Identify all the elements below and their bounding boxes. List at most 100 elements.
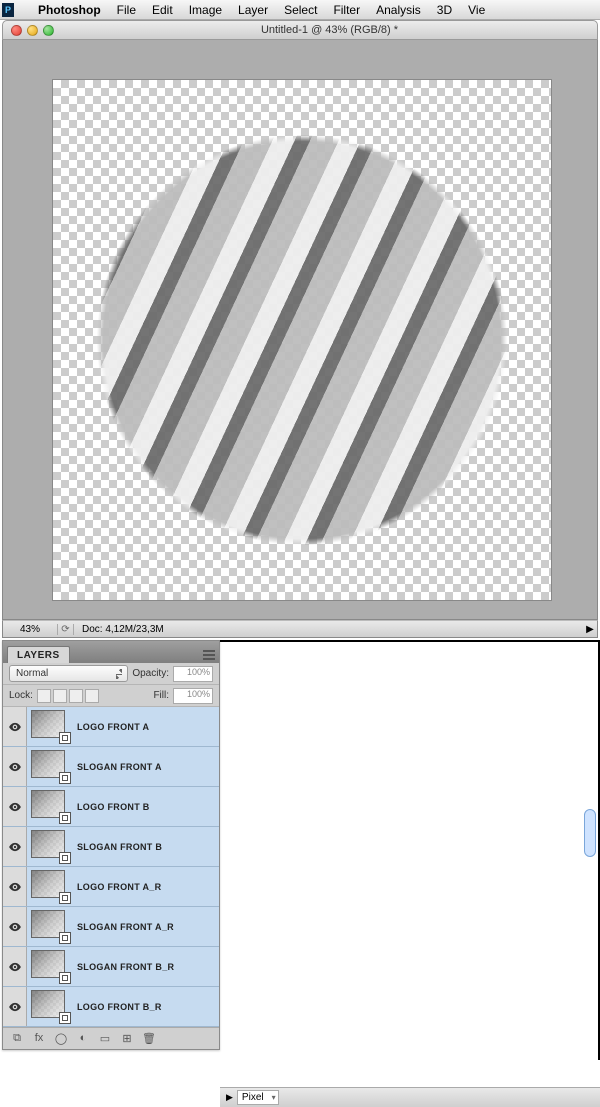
status-menu-icon[interactable]: ▶ xyxy=(583,624,597,635)
link-layers-icon[interactable]: ⧉ xyxy=(9,1032,25,1046)
eye-icon xyxy=(8,800,22,814)
zoom-level[interactable]: 43% xyxy=(3,624,58,635)
group-icon[interactable]: ▭ xyxy=(97,1032,113,1046)
new-layer-icon[interactable]: ⊞ xyxy=(119,1032,135,1046)
layers-panel: LAYERS Normal Opacity: 100% Lock: Fill: … xyxy=(2,640,220,1050)
visibility-toggle[interactable] xyxy=(3,747,27,786)
lock-transparency-icon[interactable] xyxy=(37,689,51,703)
menu-filter[interactable]: Filter xyxy=(325,3,368,17)
opacity-field[interactable]: 100% xyxy=(173,666,213,682)
lock-all-icon[interactable] xyxy=(85,689,99,703)
lock-label: Lock: xyxy=(9,690,33,701)
menu-analysis[interactable]: Analysis xyxy=(368,3,429,17)
lock-pixels-icon[interactable] xyxy=(53,689,67,703)
layer-row[interactable]: SLOGAN FRONT B xyxy=(3,827,219,867)
visibility-toggle[interactable] xyxy=(3,827,27,866)
visibility-toggle[interactable] xyxy=(3,907,27,946)
layer-name[interactable]: LOGO FRONT A_R xyxy=(75,882,219,892)
delete-layer-icon[interactable]: 🗑 xyxy=(141,1032,157,1046)
layer-thumbnail[interactable] xyxy=(31,990,71,1024)
lock-buttons xyxy=(37,689,99,703)
layer-thumbnail[interactable] xyxy=(31,950,71,984)
layer-name[interactable]: SLOGAN FRONT A xyxy=(75,762,219,772)
panel-tab-bar: LAYERS xyxy=(3,641,219,663)
panel-menu-icon[interactable] xyxy=(199,647,219,663)
smart-object-icon xyxy=(59,972,71,984)
layer-name[interactable]: SLOGAN FRONT B xyxy=(75,842,219,852)
visibility-toggle[interactable] xyxy=(3,987,27,1026)
eye-icon xyxy=(8,1000,22,1014)
menu-app[interactable]: Photoshop xyxy=(30,3,109,17)
lock-fill-row: Lock: Fill: 100% xyxy=(3,685,219,707)
layer-row[interactable]: LOGO FRONT B_R xyxy=(3,987,219,1027)
menu-image[interactable]: Image xyxy=(181,3,230,17)
layer-name[interactable]: LOGO FRONT B xyxy=(75,802,219,812)
document-window: Untitled-1 @ 43% (RGB/8) * 43% ⟳ Doc: 4,… xyxy=(2,20,598,638)
layers-panel-footer: ⧉ fx ◯ ◐ ▭ ⊞ 🗑 xyxy=(3,1027,219,1049)
traffic-lights xyxy=(3,25,62,36)
layer-row[interactable]: SLOGAN FRONT B_R xyxy=(3,947,219,987)
adjustment-layer-icon[interactable]: ◐ xyxy=(75,1032,91,1046)
layer-row[interactable]: LOGO FRONT B xyxy=(3,787,219,827)
blend-mode-select[interactable]: Normal xyxy=(9,665,128,682)
blend-opacity-row: Normal Opacity: 100% xyxy=(3,663,219,685)
visibility-toggle[interactable] xyxy=(3,707,27,746)
layer-row[interactable]: LOGO FRONT A_R xyxy=(3,867,219,907)
smart-object-icon xyxy=(59,852,71,864)
smart-object-icon xyxy=(59,932,71,944)
layer-fx-icon[interactable]: fx xyxy=(31,1032,47,1046)
visibility-toggle[interactable] xyxy=(3,787,27,826)
lock-position-icon[interactable] xyxy=(69,689,83,703)
mac-menu-bar: P Photoshop File Edit Image Layer Select… xyxy=(0,0,600,20)
layer-row[interactable]: SLOGAN FRONT A_R xyxy=(3,907,219,947)
zoom-popup-icon[interactable]: ⟳ xyxy=(58,624,74,635)
status-expand-icon[interactable]: ▶ xyxy=(226,1092,233,1103)
menu-file[interactable]: File xyxy=(109,3,144,17)
eye-icon xyxy=(8,880,22,894)
menu-3d[interactable]: 3D xyxy=(429,3,460,17)
fill-label: Fill: xyxy=(153,690,169,701)
app-status-bar: ▶ Pixel xyxy=(220,1087,600,1107)
layer-row[interactable]: LOGO FRONT A xyxy=(3,707,219,747)
menu-layer[interactable]: Layer xyxy=(230,3,276,17)
eye-icon xyxy=(8,920,22,934)
layer-thumbnail[interactable] xyxy=(31,710,71,744)
eye-icon xyxy=(8,720,22,734)
layer-thumbnail[interactable] xyxy=(31,750,71,784)
layer-mask-icon[interactable]: ◯ xyxy=(53,1032,69,1046)
tab-layers[interactable]: LAYERS xyxy=(7,646,70,663)
visibility-toggle[interactable] xyxy=(3,947,27,986)
layer-name[interactable]: LOGO FRONT A xyxy=(75,722,219,732)
visibility-toggle[interactable] xyxy=(3,867,27,906)
close-button[interactable] xyxy=(11,25,22,36)
doc-size-info[interactable]: Doc: 4,12M/23,3M xyxy=(74,624,583,635)
artboard[interactable] xyxy=(53,80,551,600)
menu-edit[interactable]: Edit xyxy=(144,3,181,17)
eye-icon xyxy=(8,840,22,854)
secondary-pane xyxy=(220,640,600,1060)
unit-select[interactable]: Pixel xyxy=(237,1090,279,1105)
smart-object-icon xyxy=(59,732,71,744)
layer-row[interactable]: SLOGAN FRONT A xyxy=(3,747,219,787)
canvas-area[interactable] xyxy=(2,40,598,620)
layer-name[interactable]: LOGO FRONT B_R xyxy=(75,1002,219,1012)
layer-list: LOGO FRONT A SLOGAN FRONT A LOGO FRONT B SL… xyxy=(3,707,219,1027)
eye-icon xyxy=(8,760,22,774)
zoom-button[interactable] xyxy=(43,25,54,36)
opacity-label: Opacity: xyxy=(132,668,169,679)
layer-name[interactable]: SLOGAN FRONT B_R xyxy=(75,962,219,972)
fill-field[interactable]: 100% xyxy=(173,688,213,704)
minimize-button[interactable] xyxy=(27,25,38,36)
layer-thumbnail[interactable] xyxy=(31,830,71,864)
layer-thumbnail[interactable] xyxy=(31,790,71,824)
menu-view[interactable]: Vie xyxy=(460,3,493,17)
transparency-grid xyxy=(53,80,551,600)
smart-object-icon xyxy=(59,772,71,784)
window-titlebar[interactable]: Untitled-1 @ 43% (RGB/8) * xyxy=(2,20,598,40)
smart-object-icon xyxy=(59,892,71,904)
layer-thumbnail[interactable] xyxy=(31,910,71,944)
menu-select[interactable]: Select xyxy=(276,3,325,17)
layer-thumbnail[interactable] xyxy=(31,870,71,904)
smart-object-icon xyxy=(59,1012,71,1024)
layer-name[interactable]: SLOGAN FRONT A_R xyxy=(75,922,219,932)
